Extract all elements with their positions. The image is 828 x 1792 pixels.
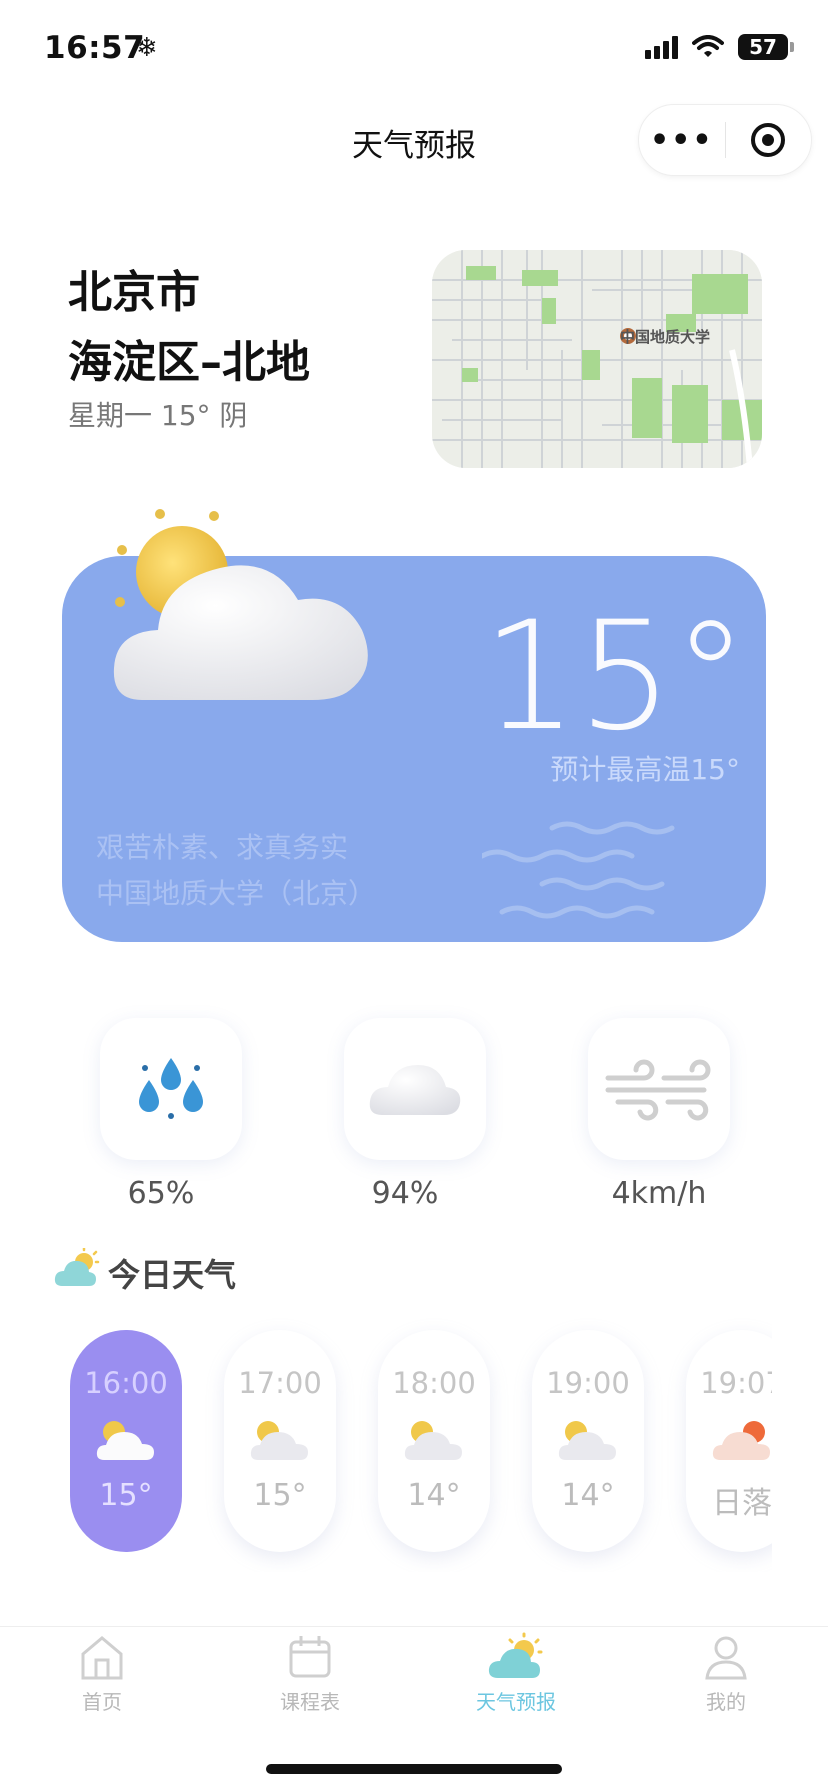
hour-time: 18:00 [392,1366,476,1400]
hour-item[interactable]: 19:00 14° [532,1330,644,1552]
raindrops-icon [139,1058,203,1119]
hour-item-active[interactable]: 16:00 15° [70,1330,182,1552]
hourly-forecast-list[interactable]: 16:00 15° 17:00 15° 18:00 14° 19:00 14° … [60,1316,772,1572]
battery-icon: 57 [738,34,794,60]
motto-line-2: 中国地质大学（北京） [96,877,377,910]
partly-cloudy-icon [404,1421,462,1460]
home-indicator [266,1764,562,1774]
wifi-icon [692,35,724,57]
hour-temp: 14° [561,1478,615,1513]
hour-item[interactable]: 18:00 14° [378,1330,490,1552]
motto-line-1: 艰苦朴素、求真务实 [96,831,349,864]
partly-cloudy-icon [96,1421,154,1460]
hour-item-sunset[interactable]: 19:07 日落 [686,1330,772,1552]
wind-icon [605,1059,711,1121]
user-icon [705,1636,747,1680]
sunset-icon [712,1421,770,1460]
hour-item[interactable]: 17:00 15° [224,1330,336,1552]
partly-cloudy-icon [250,1421,308,1460]
forecast-high: 预计最高温15° [550,753,740,786]
hour-time: 16:00 [84,1366,168,1400]
mini-program-capsule: ••• [638,104,812,176]
target-icon [751,123,786,157]
partly-cloudy-icon [113,509,368,700]
location-district: 海淀区–北地 [68,337,310,388]
location-city: 北京市 [68,267,200,318]
hour-time: 17:00 [238,1366,322,1400]
wind-speed-value: 4km/h [611,1176,707,1211]
cloud-cover-value: 94% [371,1176,439,1211]
hour-temp: 15° [99,1478,153,1513]
hour-temp: 15° [253,1478,307,1513]
tab-label: 首页 [82,1690,122,1714]
cloud-icon [369,1065,461,1115]
more-dots-icon[interactable]: ••• [639,123,725,158]
calendar-icon [289,1636,331,1678]
tab-schedule[interactable]: 课程表 [240,1632,380,1715]
tab-weather[interactable]: 天气预报 [446,1632,586,1715]
hour-time: 19:00 [546,1366,630,1400]
status-time: 16:57 [44,30,146,66]
humidity-card [100,1018,242,1160]
tab-home[interactable]: 首页 [32,1632,172,1715]
tab-label: 课程表 [280,1690,340,1714]
home-icon [81,1636,123,1680]
section-weather-icon [54,1248,100,1286]
map-poi-label: 中国地质大学 [620,328,711,346]
hour-time: 19:07 [700,1366,772,1400]
weather-icon [488,1632,543,1678]
partly-cloudy-icon [558,1421,616,1460]
tab-label: 我的 [706,1690,746,1714]
map-graphic [432,250,762,468]
waves-decoration [482,821,675,919]
status-indicators: 57 [645,34,794,60]
cloud-cover-card [344,1018,486,1160]
wind-card [588,1018,730,1160]
signal-icon [645,35,678,59]
map-thumbnail[interactable] [432,250,762,468]
hour-temp: 14° [407,1478,461,1513]
humidity-value: 65% [127,1176,195,1211]
close-target-button[interactable] [726,123,812,157]
today-weather-title: 今日天气 [108,1256,237,1294]
hour-temp: 日落 [712,1486,772,1521]
snowflake-icon: ❄ [136,33,158,63]
current-temperature: 15° [482,590,748,764]
tab-label: 天气预报 [476,1690,556,1714]
tab-profile[interactable]: 我的 [656,1632,796,1715]
weather-summary: 星期一 15° 阴 [68,399,248,432]
